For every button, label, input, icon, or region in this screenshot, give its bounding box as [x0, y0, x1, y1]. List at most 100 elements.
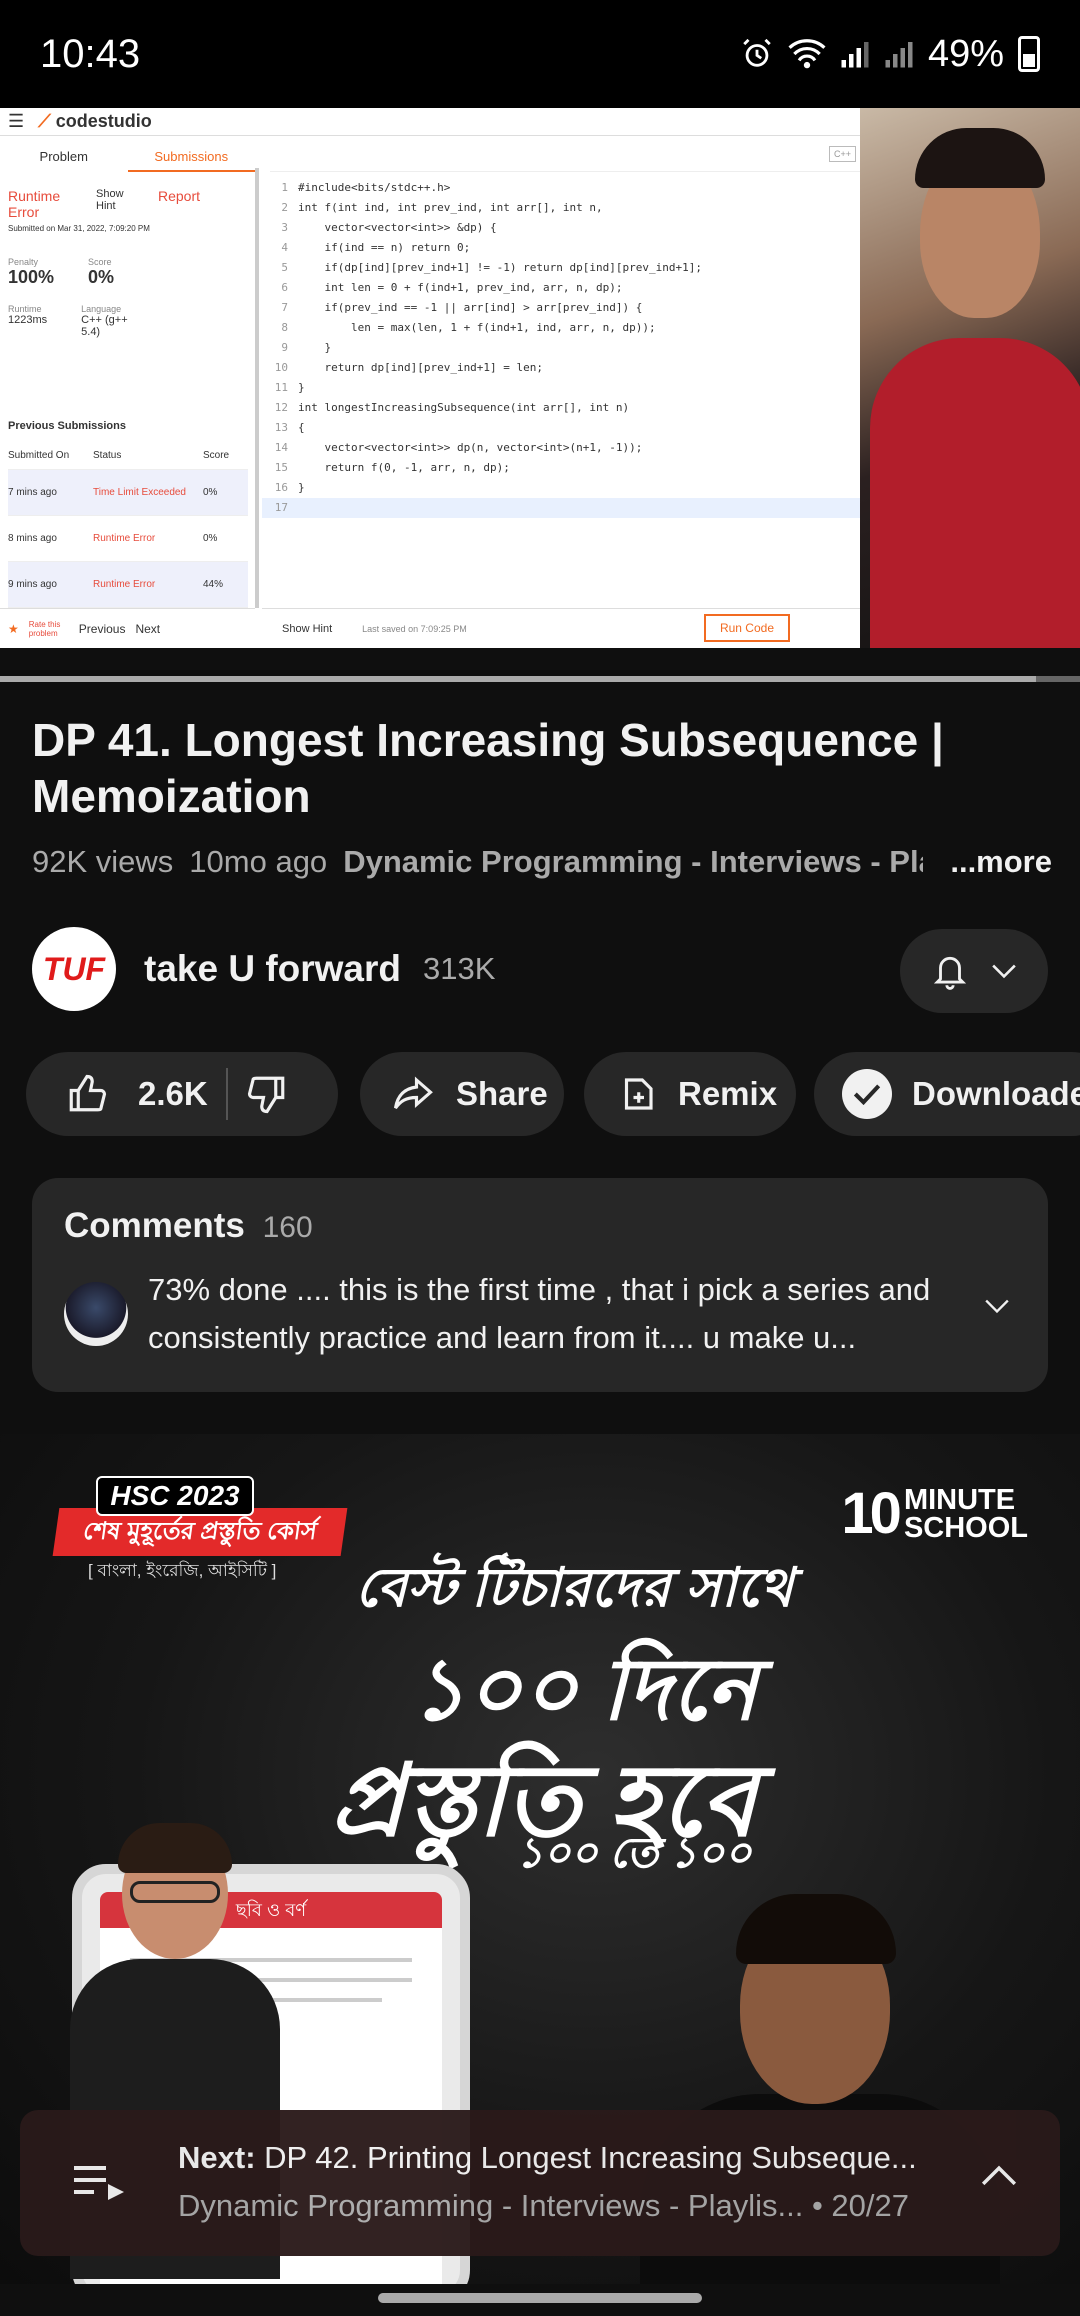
like-button[interactable]: 2.6K	[26, 1073, 208, 1115]
code-text: return f(0, -1, arr, n, dp);	[298, 461, 510, 474]
presenter-webcam	[860, 108, 1080, 648]
download-button[interactable]: Downloaded	[814, 1052, 1080, 1136]
next-video-title: Next: DP 42. Printing Longest Increasing…	[178, 2140, 917, 2175]
wifi-icon	[788, 39, 826, 69]
code-text: len = max(len, 1 + f(ind+1, ind, arr, n,…	[298, 321, 656, 334]
code-text: return dp[ind][prev_ind+1] = len;	[298, 361, 544, 374]
code-text: vector<vector<int>> &dp) {	[298, 221, 497, 234]
last-saved: Last saved on 7:09:25 PM	[362, 623, 467, 634]
line-number: 7	[281, 301, 288, 314]
ten-minute-school-logo: 10 MINUTE SCHOOL	[841, 1481, 1028, 1546]
score-values: Penalty 100% Score 0%	[8, 257, 115, 287]
code-text: int len = 0 + f(ind+1, prev_ind, arr, n,…	[298, 281, 623, 294]
codestudio-logo: ⟋ codestudio	[38, 111, 152, 131]
status-icons: 49%	[740, 33, 1040, 76]
ad-headline-1: বেস্ট টিচারদের সাথে	[355, 1558, 794, 1618]
line-number: 2	[281, 201, 288, 214]
like-divider	[225, 1068, 228, 1120]
next-text: Next	[135, 621, 161, 636]
pane-divider	[255, 168, 259, 608]
next-playlist-info: Dynamic Programming - Interviews - Playl…	[178, 2188, 909, 2223]
code-editor: 1 #include<bits/stdc++.h> 2 int f(int ind, …	[262, 178, 860, 518]
comments-label: Comments	[64, 1206, 245, 1245]
playlist-queue-icon	[74, 2166, 124, 2200]
code-line: 9 }	[262, 338, 860, 358]
chapter-progress-bar[interactable]	[0, 676, 1080, 682]
thumbs-down-icon[interactable]	[246, 1073, 288, 1115]
line-number: 3	[281, 221, 288, 234]
star-icon: ★	[8, 621, 19, 636]
rate-text: Rate this problem	[28, 619, 61, 638]
report-text: Report	[158, 188, 201, 204]
code-text: int f(int ind, int prev_ind, int arr[], …	[298, 201, 603, 214]
share-label: Share	[456, 1075, 548, 1112]
video-title[interactable]: DP 41. Longest Increasing Subsequence | …	[32, 712, 1032, 824]
show-hint-text: Show Hint	[96, 188, 124, 212]
code-line: 5 if(dp[ind][prev_ind+1] != -1) return d…	[262, 258, 860, 278]
runtime-values: Runtime 1223ms Language C++ (g++ 5.4)	[8, 304, 128, 338]
submission-summary: Runtime Error Show Hint Report Submitted…	[8, 188, 248, 338]
code-text: if(prev_ind == -1 || arr[ind] > arr[prev…	[298, 301, 643, 314]
playlist-link[interactable]: Dynamic Programming - Interviews - Pla	[343, 844, 923, 880]
comments-header: Comments 160	[64, 1206, 313, 1246]
more-button[interactable]: ...more	[942, 844, 1052, 880]
battery-icon	[1018, 36, 1040, 72]
channel-name[interactable]: take U forward	[144, 948, 401, 990]
code-text: }	[298, 381, 305, 394]
comments-card[interactable]: Comments 160 73% done .... this is the f…	[32, 1178, 1048, 1392]
code-line: 6 int len = 0 + f(ind+1, prev_ind, arr, …	[262, 278, 860, 298]
notification-button[interactable]	[900, 929, 1048, 1013]
line-number: 8	[281, 321, 288, 334]
codestudio-header: ☰ ⟋ codestudio	[0, 108, 860, 136]
code-line: 17	[262, 498, 860, 518]
submissions-table: Submitted On Status Score 7 mins ago Time L…	[8, 442, 248, 608]
code-line: 14 vector<vector<int>> dp(n, vector<int>…	[262, 438, 860, 458]
line-number: 5	[281, 261, 288, 274]
code-text: if(dp[ind][prev_ind+1] != -1) return dp[…	[298, 261, 702, 274]
remix-label: Remix	[678, 1075, 778, 1112]
presenter-body	[870, 338, 1080, 648]
download-label: Downloaded	[912, 1075, 1080, 1112]
line-number: 4	[281, 241, 288, 254]
code-text: }	[298, 341, 332, 354]
expand-icon[interactable]	[984, 1298, 1010, 1314]
video-meta[interactable]: 92K views 10mo ago Dynamic Programming -…	[32, 844, 1052, 880]
channel-row: TUF take U forward 313K	[32, 925, 1048, 1013]
action-buttons: 2.6K Share Remix Downloaded	[26, 1052, 1080, 1136]
code-line: 8 len = max(len, 1 + f(ind+1, ind, arr, …	[262, 318, 860, 338]
chevron-up-icon[interactable]	[980, 2164, 1018, 2188]
code-line: 12 int longestIncreasingSubsequence(int a…	[262, 398, 860, 418]
table-row: 7 mins ago Time Limit Exceeded 0%	[8, 470, 248, 516]
home-gesture-bar[interactable]	[378, 2293, 702, 2303]
top-comment: 73% done .... this is the first time , t…	[148, 1272, 931, 1355]
playlist-next-bar[interactable]: Next: DP 42. Printing Longest Increasing…	[20, 2110, 1060, 2256]
line-number: 16	[274, 481, 288, 494]
table-row: 8 mins ago Runtime Error 0%	[8, 516, 248, 562]
like-count: 2.6K	[138, 1075, 208, 1112]
video-player[interactable]: ☰ ⟋ codestudio Problem Submissions Runti…	[0, 108, 1080, 648]
result-text: Runtime Error	[8, 188, 61, 220]
youtube-watch-screen: { "status": {"time": "10:43", "battery":…	[0, 0, 1080, 2316]
code-text: int longestIncreasingSubsequence(int arr…	[298, 401, 630, 414]
line-number: 6	[281, 281, 288, 294]
share-button[interactable]: Share	[360, 1052, 564, 1136]
status-bar: 10:43 49%	[0, 0, 1080, 108]
tab-submissions: Submissions	[127, 142, 255, 172]
battery-percent: 49%	[927, 32, 1004, 75]
commenter-avatar	[64, 1282, 128, 1346]
code-line: 16}	[262, 478, 860, 498]
line-number: 14	[274, 441, 288, 454]
chevron-down-icon	[992, 964, 1016, 979]
remix-icon	[624, 1078, 653, 1110]
remix-button[interactable]: Remix	[584, 1052, 796, 1136]
presenter-hair	[915, 128, 1045, 188]
code-text: if(ind == n) return 0;	[298, 241, 471, 254]
share-icon	[393, 1076, 433, 1109]
code-line: 4 if(ind == n) return 0;	[262, 238, 860, 258]
channel-avatar[interactable]: TUF	[32, 927, 116, 1011]
editor-toolbar: C++	[270, 142, 860, 172]
check-circle-icon	[842, 1069, 892, 1119]
thumbs-up-icon	[69, 1074, 107, 1112]
line-number: 13	[274, 421, 288, 434]
line-number: 1	[281, 181, 288, 194]
